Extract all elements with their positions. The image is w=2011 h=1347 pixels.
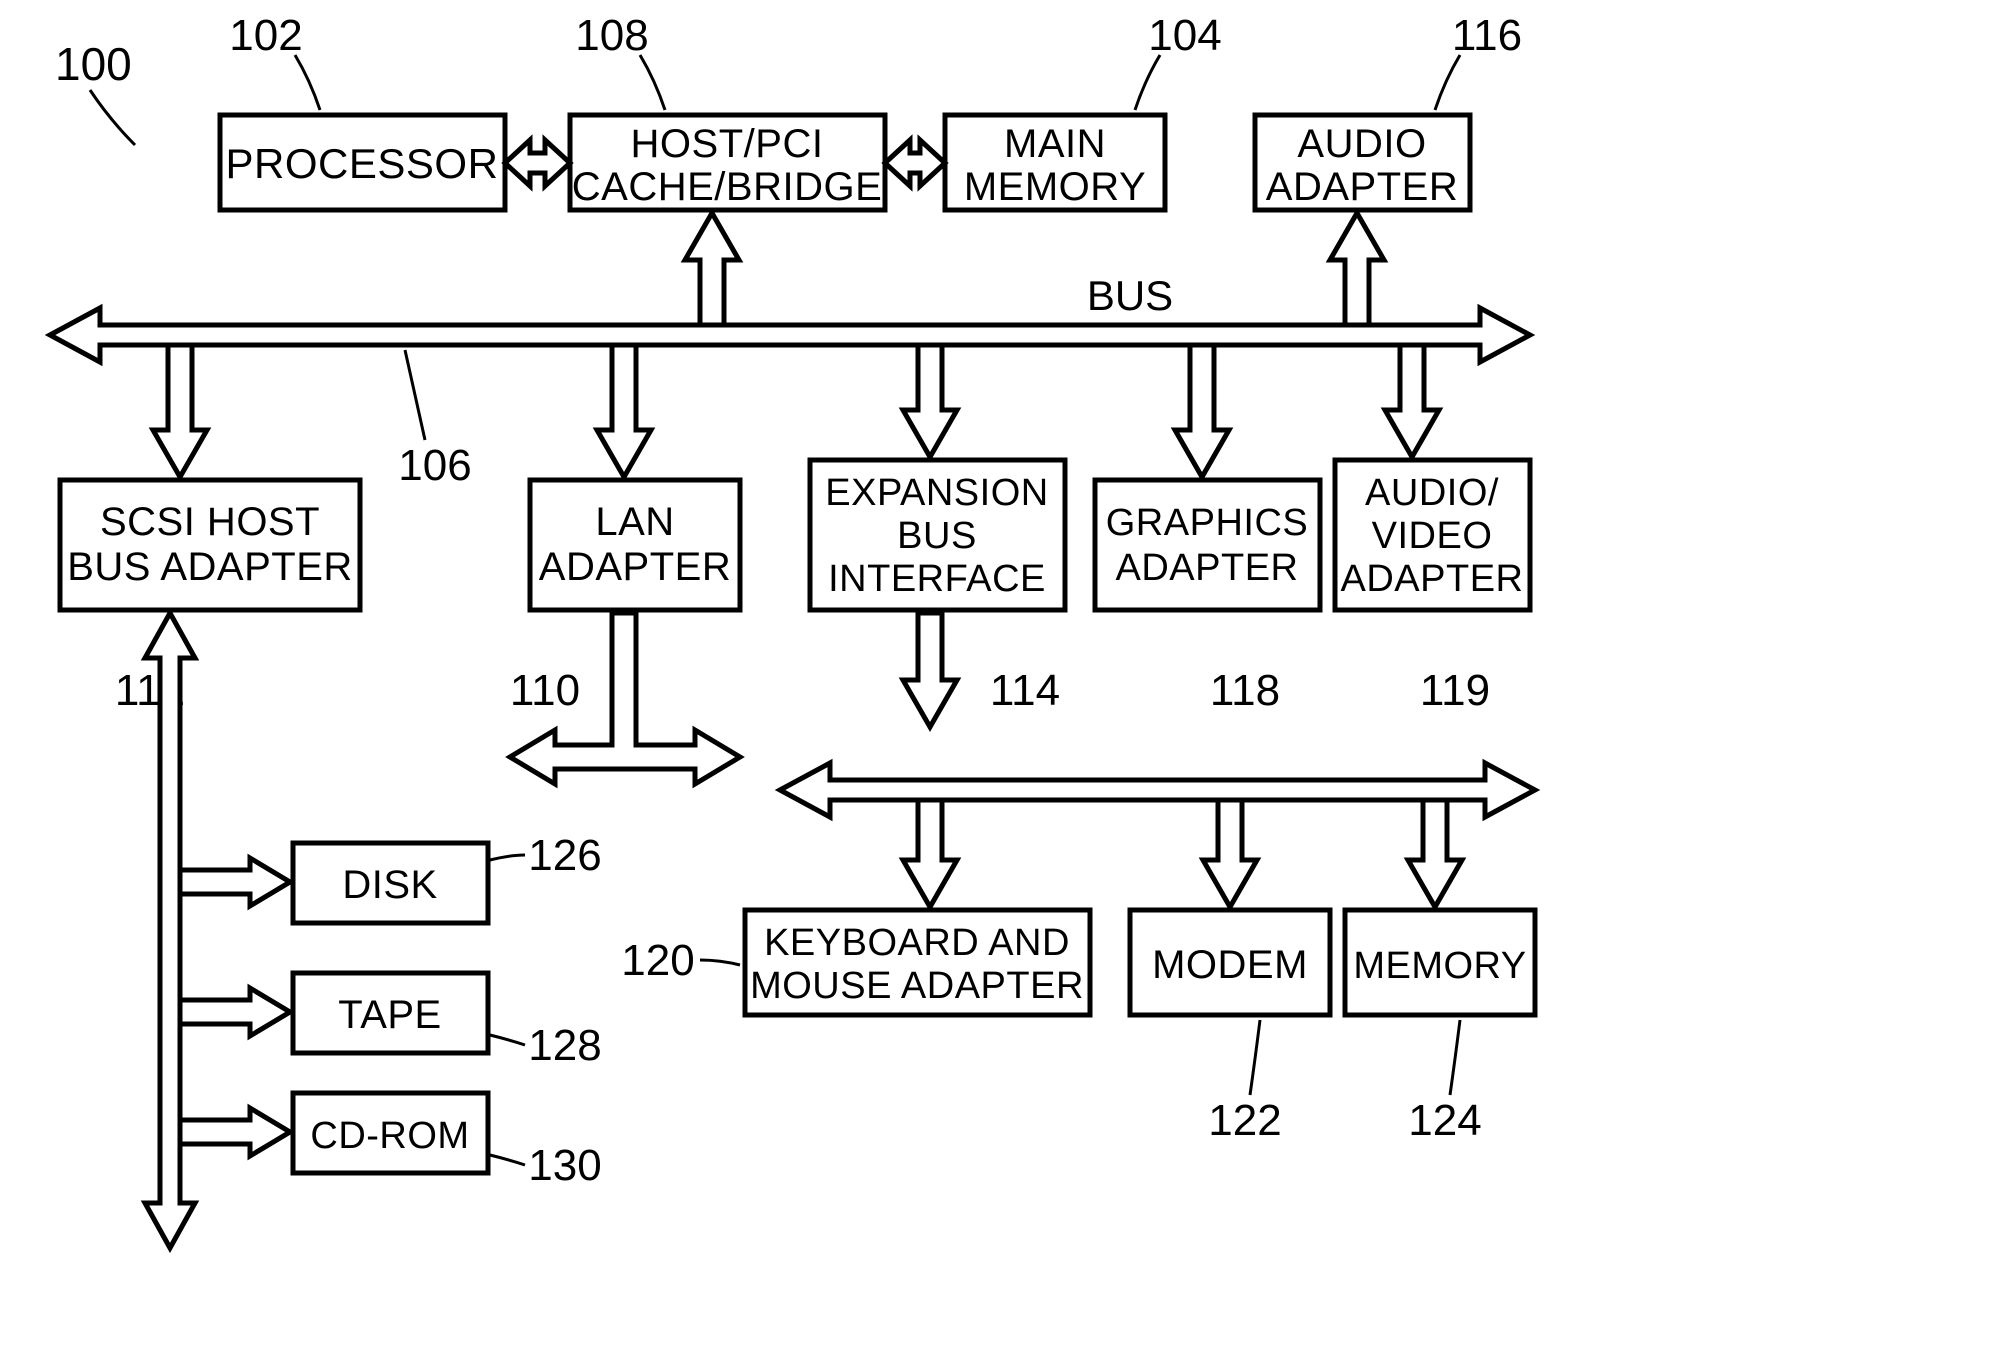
lan-label-1: LAN (595, 500, 674, 544)
hostpci-label-2: CACHE/BRIDGE (572, 165, 883, 209)
cdrom-label: CD-ROM (310, 1115, 469, 1157)
graphics-label-2: ADAPTER (1116, 547, 1299, 589)
ref-100: 100 (55, 38, 132, 90)
graphics-box (1095, 480, 1320, 610)
av-label-1: AUDIO/ (1365, 472, 1499, 514)
mainmem-label-1: MAIN (1004, 122, 1106, 166)
ref-114: 114 (990, 666, 1060, 715)
lead-120 (700, 960, 740, 965)
memory-label: MEMORY (1353, 945, 1526, 987)
expbus-label-2: BUS (897, 515, 977, 557)
scsi-label-2: BUS ADAPTER (67, 545, 353, 589)
tape-label: TAPE (338, 993, 442, 1037)
lead-106 (405, 350, 425, 440)
ref-124: 124 (1408, 1096, 1481, 1145)
ref-126: 126 (528, 831, 601, 880)
processor-label: PROCESSOR (226, 140, 499, 187)
ref-128: 128 (528, 1021, 601, 1070)
ref-130: 130 (528, 1141, 601, 1190)
scsi-label-1: SCSI HOST (100, 500, 320, 544)
arrow-to-tape (180, 988, 290, 1036)
ref-108: 108 (575, 11, 648, 60)
arrow-exp-down (903, 613, 957, 727)
mainmem-label-2: MEMORY (964, 165, 1146, 209)
disk-label: DISK (342, 863, 437, 907)
av-label-3: ADAPTER (1341, 558, 1524, 600)
lead-116 (1435, 55, 1460, 110)
arrow-bus-exp (903, 345, 957, 457)
arrow-bus-av (1385, 345, 1439, 457)
arrow-bus-gfx (1175, 345, 1229, 477)
ref-116: 116 (1452, 11, 1522, 60)
arrow-sec-mem (1408, 800, 1462, 907)
lead-126 (490, 855, 525, 860)
arrow-to-disk (180, 858, 290, 906)
architecture-diagram: PROCESSOR HOST/PCI CACHE/BRIDGE MAIN MEM… (0, 0, 2011, 1347)
ref-102: 102 (229, 11, 302, 60)
lead-122 (1250, 1020, 1260, 1095)
arrow-bus-lan (597, 345, 651, 477)
bus-label: BUS (1087, 272, 1173, 319)
arrow-sec-kb (903, 800, 957, 907)
lan-label-2: ADAPTER (539, 545, 731, 589)
kbmouse-label-1: KEYBOARD AND (764, 922, 1070, 964)
ref-104: 104 (1148, 11, 1221, 60)
ref-110: 110 (510, 666, 580, 715)
lead-108 (640, 55, 665, 110)
ref-120: 120 (621, 936, 694, 985)
audio-label-1: AUDIO (1297, 122, 1426, 166)
lead-130 (490, 1155, 525, 1165)
audio-label-2: ADAPTER (1266, 165, 1458, 209)
kbmouse-label-2: MOUSE ADAPTER (750, 965, 1084, 1007)
bus-main (50, 308, 1530, 362)
modem-label: MODEM (1152, 943, 1308, 987)
lead-104 (1135, 55, 1160, 110)
arrow-bus-scsi (153, 345, 207, 477)
arrow-host-mem (885, 140, 945, 186)
arrow-proc-host (505, 140, 570, 186)
hostpci-label-1: HOST/PCI (631, 122, 824, 166)
ref-122: 122 (1208, 1096, 1281, 1145)
av-label-2: VIDEO (1372, 515, 1493, 557)
ref-118: 118 (1210, 666, 1280, 715)
lead-100 (90, 90, 135, 145)
arrow-to-cdrom (180, 1108, 290, 1156)
lead-124 (1450, 1020, 1460, 1095)
graphics-label-1: GRAPHICS (1106, 502, 1308, 544)
arrow-sec-modem (1203, 800, 1257, 907)
arrow-bus-audio (1330, 213, 1384, 325)
lead-128 (490, 1035, 525, 1045)
ref-119: 119 (1420, 666, 1490, 715)
expbus-label-1: EXPANSION (825, 472, 1048, 514)
ref-106: 106 (398, 441, 471, 490)
arrow-bus-hostpci (685, 213, 739, 325)
expbus-label-3: INTERFACE (828, 558, 1046, 600)
lead-102 (295, 55, 320, 110)
